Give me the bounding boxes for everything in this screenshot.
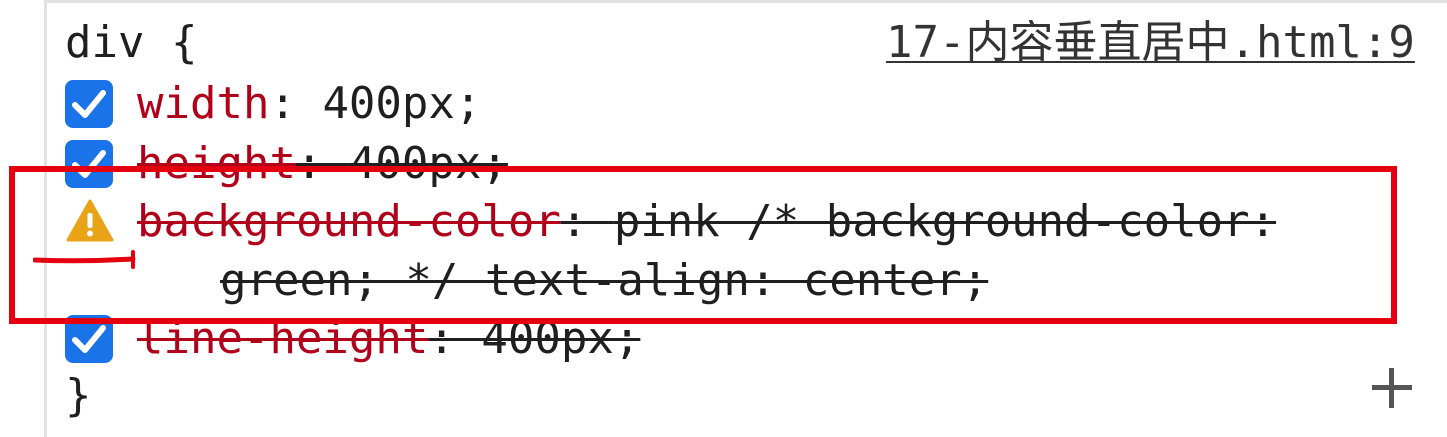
annotation-arrow-icon xyxy=(33,250,136,269)
add-declaration-plus-icon[interactable] xyxy=(1370,366,1414,410)
panel-border-top xyxy=(44,0,1447,3)
separator: : xyxy=(269,78,323,129)
rule-closing-brace: } xyxy=(65,370,92,421)
checkbox-width[interactable] xyxy=(65,80,113,128)
checkmark-icon xyxy=(72,90,106,118)
checkmark-icon xyxy=(72,325,106,353)
annotation-highlight-box xyxy=(9,166,1397,324)
property-value[interactable]: 400px; xyxy=(322,78,481,129)
declaration-width: width: 400px; xyxy=(65,78,481,130)
rule-selector[interactable]: div { xyxy=(65,17,197,69)
source-link[interactable]: 17-内容垂直居中.html:9 xyxy=(886,17,1415,69)
property-name[interactable]: width xyxy=(137,78,269,129)
